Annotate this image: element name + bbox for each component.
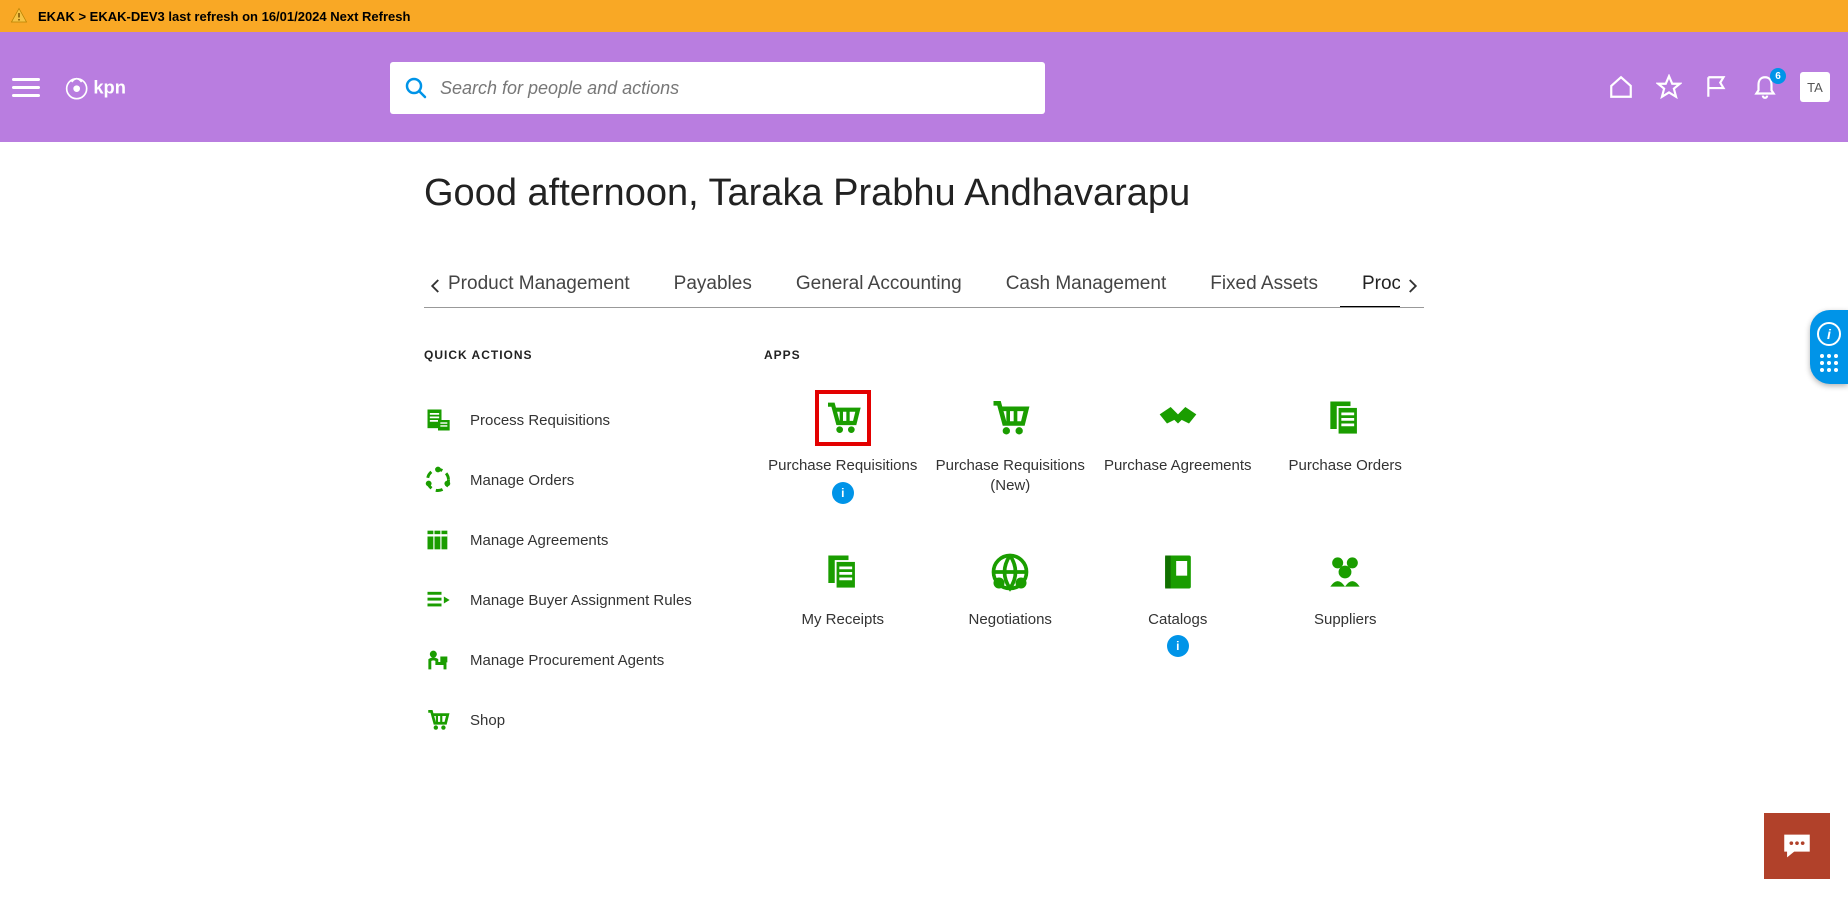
search-container xyxy=(390,62,1045,114)
menu-button[interactable] xyxy=(12,73,40,101)
quick-action-label: Manage Procurement Agents xyxy=(470,652,664,669)
app-purchase-requisitions[interactable]: Purchase Requisitions i xyxy=(764,390,922,504)
warning-icon xyxy=(10,7,28,25)
quick-action-shop[interactable]: Shop xyxy=(424,690,724,750)
quick-action-label: Manage Orders xyxy=(470,472,574,489)
quick-action-label: Manage Buyer Assignment Rules xyxy=(470,592,692,609)
people-icon xyxy=(1317,544,1373,600)
apps-title: APPS xyxy=(764,348,1424,362)
chat-icon xyxy=(1780,829,1814,863)
help-widget[interactable]: i xyxy=(1810,310,1848,384)
app-label: My Receipts xyxy=(801,610,884,630)
header-actions: 6 TA xyxy=(1608,32,1830,142)
quick-actions-list: Process Requisitions Manage Orders Manage … xyxy=(424,390,724,750)
list-arrow-icon xyxy=(424,586,452,614)
quick-action-process-requisitions[interactable]: Process Requisitions xyxy=(424,390,724,450)
app-purchase-requisitions-new[interactable]: Purchase Requisitions (New) xyxy=(932,390,1090,504)
brand-logo-text: kpn xyxy=(93,77,126,98)
globe-people-icon xyxy=(982,544,1038,600)
app-label: Catalogs xyxy=(1148,610,1207,630)
cart-icon xyxy=(424,706,452,734)
app-label: Purchase Agreements xyxy=(1104,456,1252,476)
apps-grid: Purchase RequisitionsiPurchase Requisiti… xyxy=(764,390,1424,657)
quick-action-manage-procurement-agents[interactable]: Manage Procurement Agents xyxy=(424,630,724,690)
app-label: Negotiations xyxy=(969,610,1052,630)
flag-icon[interactable] xyxy=(1704,74,1730,100)
app-label: Suppliers xyxy=(1314,610,1377,630)
star-icon[interactable] xyxy=(1656,74,1682,100)
documents-icon xyxy=(1317,390,1373,446)
environment-banner: EKAK > EKAK-DEV3 last refresh on 16/01/2… xyxy=(0,0,1848,32)
info-badge-icon[interactable]: i xyxy=(1167,635,1189,657)
search-box[interactable] xyxy=(390,62,1045,114)
greeting-heading: Good afternoon, Taraka Prabhu Andhavarap… xyxy=(424,172,1424,215)
app-my-receipts[interactable]: My Receipts xyxy=(764,544,922,658)
bell-icon[interactable]: 6 xyxy=(1752,74,1778,100)
cart-icon xyxy=(815,390,871,446)
chat-button[interactable] xyxy=(1764,813,1830,879)
books-icon xyxy=(424,526,452,554)
quick-action-label: Manage Agreements xyxy=(470,532,608,549)
brand-logo[interactable]: kpn xyxy=(60,67,160,107)
app-suppliers[interactable]: Suppliers xyxy=(1267,544,1425,658)
user-avatar[interactable]: TA xyxy=(1800,72,1830,102)
book-icon xyxy=(1150,544,1206,600)
environment-banner-text: EKAK > EKAK-DEV3 last refresh on 16/01/2… xyxy=(38,9,410,24)
search-input[interactable] xyxy=(440,78,1031,99)
app-label: Purchase Requisitions xyxy=(768,456,917,476)
cycle-icon xyxy=(424,466,452,494)
main-content: Good afternoon, Taraka Prabhu Andhavarap… xyxy=(424,142,1424,790)
tab-cash-management[interactable]: Cash Management xyxy=(984,265,1189,307)
tab-payables[interactable]: Payables xyxy=(652,265,774,307)
quick-action-manage-orders[interactable]: Manage Orders xyxy=(424,450,724,510)
main-header: kpn 6 TA xyxy=(0,32,1848,142)
notification-count-badge: 6 xyxy=(1770,68,1786,84)
quick-action-label: Process Requisitions xyxy=(470,412,610,429)
info-icon: i xyxy=(1817,322,1841,346)
tab-fixed-assets[interactable]: Fixed Assets xyxy=(1188,265,1340,307)
cart-icon xyxy=(982,390,1038,446)
tab-scroll-left[interactable] xyxy=(424,274,448,298)
quick-actions-column: QUICK ACTIONS Process Requisitions Manage… xyxy=(424,348,724,750)
app-negotiations[interactable]: Negotiations xyxy=(932,544,1090,658)
document-list-icon xyxy=(424,406,452,434)
app-label: Purchase Orders xyxy=(1289,456,1402,476)
tab-procurement[interactable]: Procurement xyxy=(1340,265,1400,307)
info-badge-icon[interactable]: i xyxy=(832,482,854,504)
app-catalogs[interactable]: Catalogs i xyxy=(1099,544,1257,658)
home-icon[interactable] xyxy=(1608,74,1634,100)
person-desk-icon xyxy=(424,646,452,674)
handshake-icon xyxy=(1150,390,1206,446)
app-label: Purchase Requisitions (New) xyxy=(932,456,1090,495)
tab-general-accounting[interactable]: General Accounting xyxy=(774,265,984,307)
app-purchase-orders[interactable]: Purchase Orders xyxy=(1267,390,1425,504)
apps-column: APPS Purchase RequisitionsiPurchase Requ… xyxy=(764,348,1424,750)
tab-row: Product ManagementPayablesGeneral Accoun… xyxy=(424,265,1424,308)
search-icon xyxy=(404,76,428,100)
quick-action-manage-buyer-assignment-rules[interactable]: Manage Buyer Assignment Rules xyxy=(424,570,724,630)
documents-icon xyxy=(815,544,871,600)
app-purchase-agreements[interactable]: Purchase Agreements xyxy=(1099,390,1257,504)
quick-action-label: Shop xyxy=(470,712,505,729)
quick-actions-title: QUICK ACTIONS xyxy=(424,348,724,362)
keypad-icon xyxy=(1820,354,1838,372)
quick-action-manage-agreements[interactable]: Manage Agreements xyxy=(424,510,724,570)
tab-scroll-right[interactable] xyxy=(1400,274,1424,298)
tab-product-management[interactable]: Product Management xyxy=(448,265,652,307)
sections: QUICK ACTIONS Process Requisitions Manage… xyxy=(424,348,1424,750)
tabs-container: Product ManagementPayablesGeneral Accoun… xyxy=(448,265,1400,307)
